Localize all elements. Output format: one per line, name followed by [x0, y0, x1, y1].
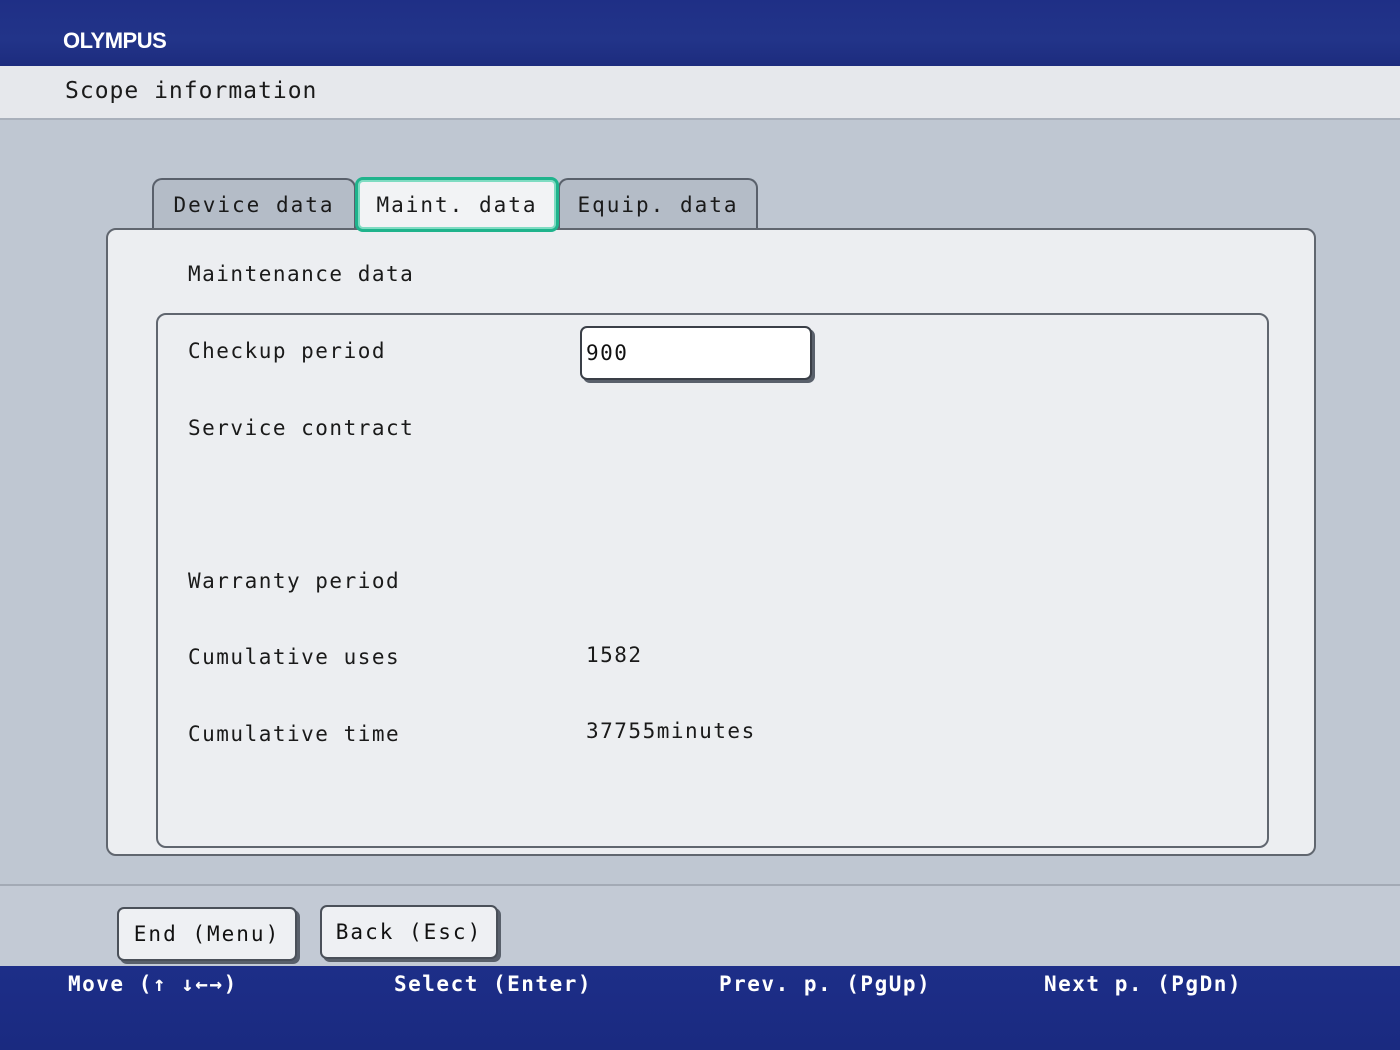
maintenance-panel: Maintenance data Checkup period 900 Serv… [106, 228, 1316, 856]
button-bar: End (Menu) Back (Esc) [0, 884, 1400, 966]
checkup-period-input[interactable]: 900 [580, 326, 812, 380]
back-esc-button[interactable]: Back (Esc) [320, 905, 498, 959]
top-bar: OLYMPUS [0, 0, 1400, 66]
cumulative-uses-value: 1582 [586, 643, 643, 667]
cumulative-uses-label: Cumulative uses [188, 645, 401, 669]
maintenance-fields-box: Checkup period 900 Service contract Warr… [156, 313, 1269, 848]
cumulative-time-value: 37755minutes [586, 719, 756, 743]
panel-heading: Maintenance data [188, 262, 415, 286]
olympus-logo: OLYMPUS [63, 28, 167, 53]
end-menu-button[interactable]: End (Menu) [117, 907, 297, 961]
warranty-period-label: Warranty period [188, 569, 401, 593]
title-bar: Scope information [0, 66, 1400, 120]
tab-maint-data[interactable]: Maint. data [355, 177, 559, 232]
move-hint: Move (↑ ↓←→) [68, 972, 238, 996]
page-title: Scope information [65, 78, 318, 104]
key-hint-bar: Move (↑ ↓←→) Select (Enter) Prev. p. (Pg… [0, 966, 1400, 1050]
prev-page-hint: Prev. p. (PgUp) [719, 972, 932, 996]
service-contract-label: Service contract [188, 416, 415, 440]
tab-equip-data[interactable]: Equip. data [558, 178, 758, 230]
cumulative-time-label: Cumulative time [188, 722, 401, 746]
tab-device-data[interactable]: Device data [152, 178, 356, 230]
next-page-hint: Next p. (PgDn) [1044, 972, 1243, 996]
select-hint: Select (Enter) [394, 972, 593, 996]
checkup-period-label: Checkup period [188, 339, 387, 363]
